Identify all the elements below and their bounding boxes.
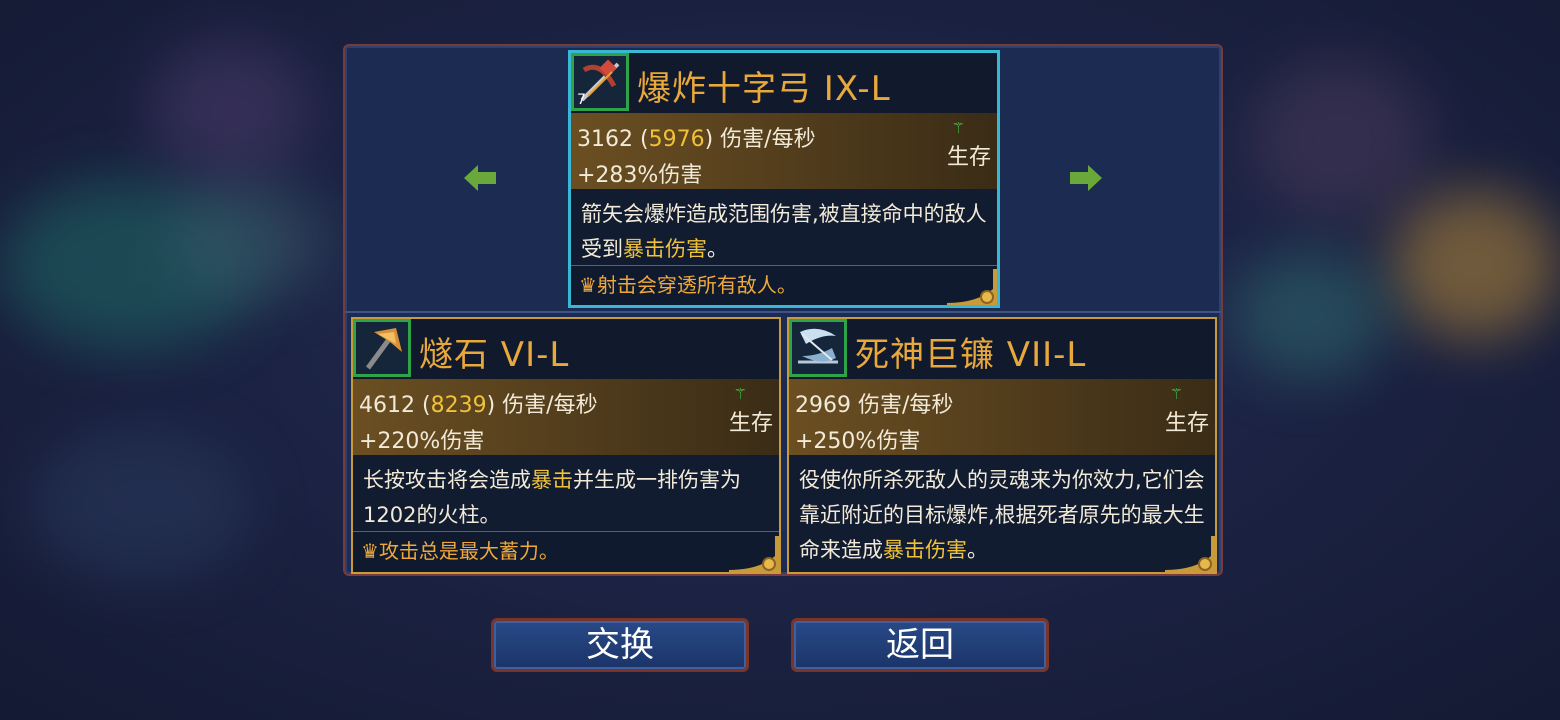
dps-close: ) 伤害/每秒 — [486, 393, 598, 418]
legendary-affix: ♛射击会穿透所有敌人。 — [579, 269, 797, 298]
dps-crit: 8239 — [430, 393, 487, 418]
card-header: 燧石 VI-L — [353, 319, 779, 379]
damage-bonus: +250%伤害 — [795, 429, 921, 454]
dps-base: 3162 — [577, 127, 633, 152]
dps-open: ( — [633, 127, 649, 152]
panel-divider — [345, 311, 1221, 313]
weapon-name: 燧石 VI-L — [419, 335, 570, 375]
dps-base: 4612 — [359, 393, 415, 418]
weapon-card-left[interactable]: 燧石 VI-L 4612 (8239) 伤害/每秒 +220%伤害 ⚚ 生存 长… — [351, 317, 781, 574]
description-text: 役使你所杀死敌人的灵魂来为你效力,它们会靠近附近的目标爆炸,根据死者原先的最大生… — [799, 463, 1207, 568]
dps-base: 2969 — [795, 393, 851, 418]
stats-section: 4612 (8239) 伤害/每秒 +220%伤害 ⚚ 生存 — [353, 379, 779, 455]
ornament-corner-icon — [947, 269, 997, 305]
scythe-icon — [789, 319, 847, 377]
back-button[interactable]: 返回 — [791, 618, 1049, 672]
crossbow-icon: 7 — [571, 53, 629, 111]
stat-type-label: 生存 — [946, 145, 991, 170]
hammer-icon — [353, 319, 411, 377]
stats-section: 3162 (5976) 伤害/每秒 +283%伤害 ⚚ 生存 — [571, 113, 997, 189]
next-arrow-icon[interactable] — [1068, 163, 1104, 193]
stat-type-label: 生存 — [728, 411, 773, 436]
description-text: 箭矢会爆炸造成范围伤害,被直接命中的敌人受到暴击伤害。 — [581, 197, 989, 267]
dps-text: 4612 (8239) 伤害/每秒 — [359, 387, 598, 419]
desc-highlight: 暴击伤害 — [883, 538, 967, 562]
dps-close: ) 伤害/每秒 — [704, 127, 816, 152]
description-section: 长按攻击将会造成暴击并生成一排伤害为1202的火柱。 — [353, 455, 779, 531]
weapon-card-right[interactable]: 死神巨镰 VII-L 2969 伤害/每秒 +250%伤害 ⚚ 生存 役使你所杀… — [787, 317, 1217, 574]
legendary-affix: ♛攻击总是最大蓄力。 — [361, 535, 559, 564]
ornament-corner-icon — [1165, 536, 1215, 572]
ornament-corner-icon — [729, 536, 779, 572]
dps-text: 2969 伤害/每秒 — [795, 387, 953, 419]
legendary-text: 攻击总是最大蓄力。 — [378, 539, 559, 563]
damage-bonus: +283%伤害 — [577, 163, 703, 188]
desc-part1: 长按攻击将会造成 — [363, 468, 531, 492]
stat-type-label: 生存 — [1164, 411, 1209, 436]
survival-scroll-icon: ⚚ — [733, 385, 747, 403]
icon-badge: 7 — [577, 92, 586, 108]
weapon-name: 爆炸十字弓 IX-L — [637, 69, 891, 109]
card-header: 7 爆炸十字弓 IX-L — [571, 53, 997, 113]
desc-highlight: 暴击伤害 — [623, 237, 707, 261]
card-header: 死神巨镰 VII-L — [789, 319, 1215, 379]
description-section: 役使你所杀死敌人的灵魂来为你效力,它们会靠近附近的目标爆炸,根据死者原先的最大生… — [789, 455, 1215, 572]
dps-text: 3162 (5976) 伤害/每秒 — [577, 121, 816, 153]
survival-scroll-icon: ⚚ — [951, 119, 965, 137]
legendary-text: 射击会穿透所有敌人。 — [596, 273, 797, 297]
crown-icon: ♛ — [361, 539, 379, 563]
weapon-card-selected[interactable]: 7 爆炸十字弓 IX-L 3162 (5976) 伤害/每秒 +283%伤害 ⚚… — [568, 50, 1000, 308]
stats-section: 2969 伤害/每秒 +250%伤害 ⚚ 生存 — [789, 379, 1215, 455]
crown-icon: ♛ — [579, 273, 597, 297]
dps-close: 伤害/每秒 — [851, 393, 954, 418]
weapon-name: 死神巨镰 VII-L — [855, 335, 1087, 375]
desc-part1: 役使你所杀死敌人的灵魂来为你效力,它们会靠近附近的目标爆炸,根据死者原先的最大生… — [799, 468, 1205, 562]
legendary-separator — [571, 265, 997, 266]
prev-arrow-icon[interactable] — [462, 163, 498, 193]
desc-part2: 。 — [707, 237, 728, 261]
survival-scroll-icon: ⚚ — [1169, 385, 1183, 403]
description-section: 箭矢会爆炸造成范围伤害,被直接命中的敌人受到暴击伤害。 — [571, 189, 997, 265]
desc-part2: 。 — [967, 538, 988, 562]
swap-button[interactable]: 交换 — [491, 618, 749, 672]
dps-crit: 5976 — [648, 127, 705, 152]
dps-open: ( — [415, 393, 431, 418]
damage-bonus: +220%伤害 — [359, 429, 485, 454]
description-text: 长按攻击将会造成暴击并生成一排伤害为1202的火柱。 — [363, 463, 771, 533]
legendary-separator — [353, 531, 779, 532]
desc-highlight: 暴击 — [531, 468, 573, 492]
